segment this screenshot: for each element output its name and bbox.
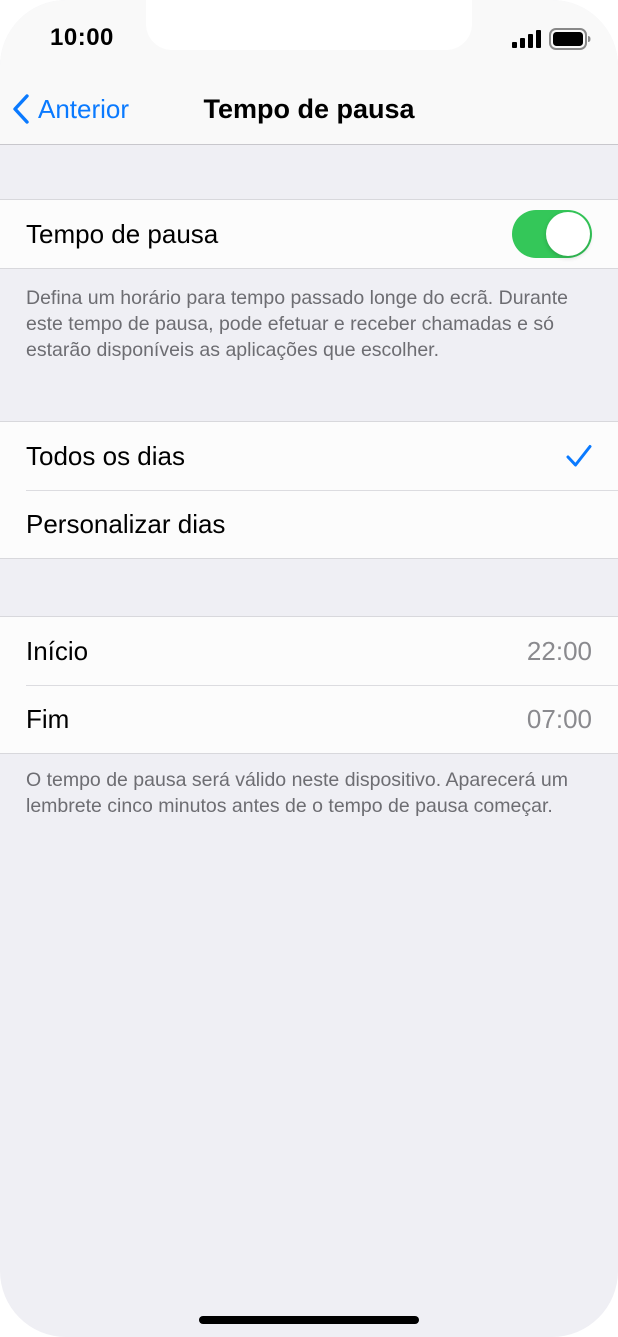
days-group: Todos os dias Personalizar dias [0,421,618,559]
start-time-row[interactable]: Início 22:00 [0,617,618,685]
downtime-toggle-label: Tempo de pausa [26,218,219,249]
navigation-bar: Anterior Tempo de pausa [0,74,618,145]
cellular-signal-icon [512,30,541,48]
end-time-row[interactable]: Fim 07:00 [0,685,618,753]
downtime-toggle-row: Tempo de pausa [0,200,618,268]
downtime-toggle[interactable] [512,210,592,258]
status-time: 10:00 [50,24,114,51]
days-option-label: Personalizar dias [26,508,226,539]
notch [146,0,472,50]
status-bar: 10:00 [0,0,618,74]
phone-screen: 10:00 Anterior Tempo de pausa Tempo de p… [0,0,618,1337]
toggle-knob [546,212,590,256]
end-time-value: 07:00 [526,703,592,734]
schedule-group: Início 22:00 Fim 07:00 [0,616,618,754]
end-time-label: Fim [26,703,70,734]
home-indicator[interactable] [199,1316,419,1324]
start-time-value: 22:00 [526,635,592,666]
days-option-every-day[interactable]: Todos os dias [0,422,618,490]
downtime-description: Defina um horário para tempo passado lon… [26,287,568,361]
downtime-toggle-group: Tempo de pausa [0,199,618,269]
checkmark-icon [566,445,592,467]
days-option-label: Todos os dias [26,440,185,471]
days-option-custom[interactable]: Personalizar dias [0,490,618,558]
start-time-label: Início [26,635,89,666]
schedule-description: O tempo de pausa será válido neste dispo… [26,769,568,817]
page-title: Tempo de pausa [203,94,415,124]
battery-icon [549,28,591,50]
